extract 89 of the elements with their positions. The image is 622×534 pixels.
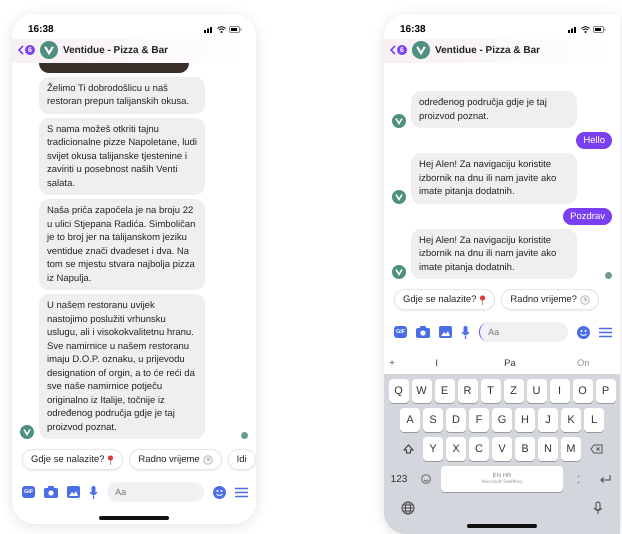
- message-bubble: Hej Alen! Za navigaciju koristite izbornik na dnu ili nam javite ako imate pitanja dodatnih.: [411, 153, 577, 204]
- pin-icon: [107, 454, 114, 464]
- chevron-left-icon: [18, 45, 24, 55]
- key[interactable]: G: [492, 408, 512, 432]
- quick-reply[interactable]: Radno vrijeme?: [501, 289, 599, 310]
- globe-icon[interactable]: [401, 501, 415, 515]
- key[interactable]: J: [538, 408, 558, 432]
- key[interactable]: E: [434, 379, 454, 403]
- return-icon: [599, 474, 611, 484]
- key[interactable]: S: [423, 408, 443, 432]
- home-indicator: [99, 516, 169, 520]
- key[interactable]: Q: [388, 379, 408, 403]
- status-time: 16:38: [28, 24, 54, 35]
- key[interactable]: M: [561, 437, 581, 461]
- menu-icon[interactable]: [235, 486, 248, 498]
- clock-icon: [202, 454, 213, 464]
- smiley-icon[interactable]: [213, 486, 226, 498]
- avatar-icon: [392, 265, 406, 279]
- camera-icon[interactable]: [44, 486, 58, 498]
- sent-message: Pozdrav: [563, 208, 612, 224]
- chat-title: Ventidue - Pizza & Bar: [63, 44, 168, 56]
- suggestion[interactable]: I: [400, 358, 474, 368]
- plus-key[interactable]: +: [384, 358, 400, 368]
- sent-message: Hello: [576, 132, 612, 149]
- key[interactable]: Z: [504, 379, 524, 403]
- quick-reply[interactable]: Radno vrijeme: [129, 449, 222, 470]
- key[interactable]: N: [538, 437, 558, 461]
- suggestion[interactable]: Pa: [473, 358, 547, 368]
- microphone-icon[interactable]: [593, 501, 603, 515]
- dots-icon: [576, 474, 580, 484]
- key[interactable]: V: [492, 437, 512, 461]
- message-bubble: U našem restoranu uvijek nastojimo poslužiti vrhunsku uslugu, ali i visokokvalitetnu hranu. Sve namirnice u našem restoranu imaju D.O.P. oznaku, u prijevodu designation of orgin, a to će reći da sve naše namirnice potječu originalno iz Italije, točnije iz određenog područja gdje je taj proizvod poznat.: [39, 294, 205, 439]
- clock-icon: [580, 294, 590, 304]
- wifi-icon: [581, 26, 590, 33]
- message-bubble: Hej Alen! Za navigaciju koristite izbornik na dnu ili nam javite ako imate pitanja dodatnih.: [411, 228, 577, 279]
- message-input[interactable]: Aa: [479, 322, 568, 342]
- message-input[interactable]: Aa: [107, 482, 204, 502]
- message-bubble: S nama možeš otkriti tajnu tradicionalne pizze Napoletane, ludi svijet okusa talijanske tjestenine i zaviriti u posebnost naših Venti salata.: [39, 118, 205, 195]
- numbers-key[interactable]: 123: [387, 466, 411, 492]
- smiley-icon: [421, 474, 431, 484]
- read-receipt-icon: [241, 432, 248, 439]
- battery-icon: [229, 26, 242, 33]
- backspace-icon: [590, 444, 602, 454]
- quick-reply[interactable]: Gdje se nalazite?: [22, 449, 124, 470]
- avatar-icon: [40, 41, 58, 59]
- chat-title: Ventidue - Pizza & Bar: [435, 44, 540, 56]
- message-bubble: određenog područja gdje je taj proizvod poznat.: [411, 91, 577, 128]
- pin-icon: [479, 294, 486, 304]
- quick-reply[interactable]: Idi: [228, 449, 256, 470]
- smiley-icon[interactable]: [577, 326, 590, 338]
- menu-icon[interactable]: [599, 326, 612, 338]
- key[interactable]: H: [515, 408, 535, 432]
- key[interactable]: D: [446, 408, 466, 432]
- key[interactable]: T: [480, 379, 500, 403]
- avatar-icon: [20, 425, 34, 439]
- key[interactable]: K: [561, 408, 581, 432]
- quick-reply[interactable]: Gdje se nalazite?: [394, 289, 496, 310]
- key[interactable]: P: [596, 379, 616, 403]
- shift-icon: [402, 444, 414, 454]
- key[interactable]: B: [515, 437, 535, 461]
- key[interactable]: Y: [423, 437, 443, 461]
- key[interactable]: I: [550, 379, 570, 403]
- key[interactable]: C: [469, 437, 489, 461]
- key[interactable]: U: [526, 379, 546, 403]
- battery-icon: [593, 26, 606, 33]
- message-bubble: Naša priča započela je na broju 22 u ulici Stjepana Radića. Simboličan je to broj jer na talijanskom jeziku ventidue znači dvadeset i dva. Na tom se mjestu stvara najbolja pizza iz Napulja.: [39, 199, 205, 290]
- signal-icon: [204, 26, 214, 33]
- key[interactable]: R: [458, 379, 478, 403]
- message-bubble: Želimo Ti dobrodošlicu u naš restoran prepun talijanskih okusa.: [39, 76, 205, 114]
- avatar-icon: [412, 41, 430, 59]
- camera-icon[interactable]: [416, 326, 430, 338]
- home-indicator: [467, 524, 537, 528]
- read-receipt-icon: [605, 272, 612, 279]
- avatar-icon: [392, 114, 406, 128]
- signal-icon: [568, 26, 578, 33]
- key[interactable]: X: [446, 437, 466, 461]
- wifi-icon: [217, 26, 226, 33]
- microphone-icon[interactable]: [461, 326, 470, 338]
- status-time: 16:38: [400, 24, 426, 35]
- key[interactable]: L: [584, 408, 604, 432]
- microphone-icon[interactable]: [89, 486, 98, 498]
- image-icon[interactable]: [67, 486, 80, 498]
- key[interactable]: F: [469, 408, 489, 432]
- key[interactable]: O: [572, 379, 592, 403]
- key[interactable]: W: [412, 379, 432, 403]
- key[interactable]: A: [400, 408, 420, 432]
- image-icon[interactable]: [439, 326, 452, 338]
- chevron-left-icon: [390, 45, 396, 55]
- avatar-icon: [392, 190, 406, 204]
